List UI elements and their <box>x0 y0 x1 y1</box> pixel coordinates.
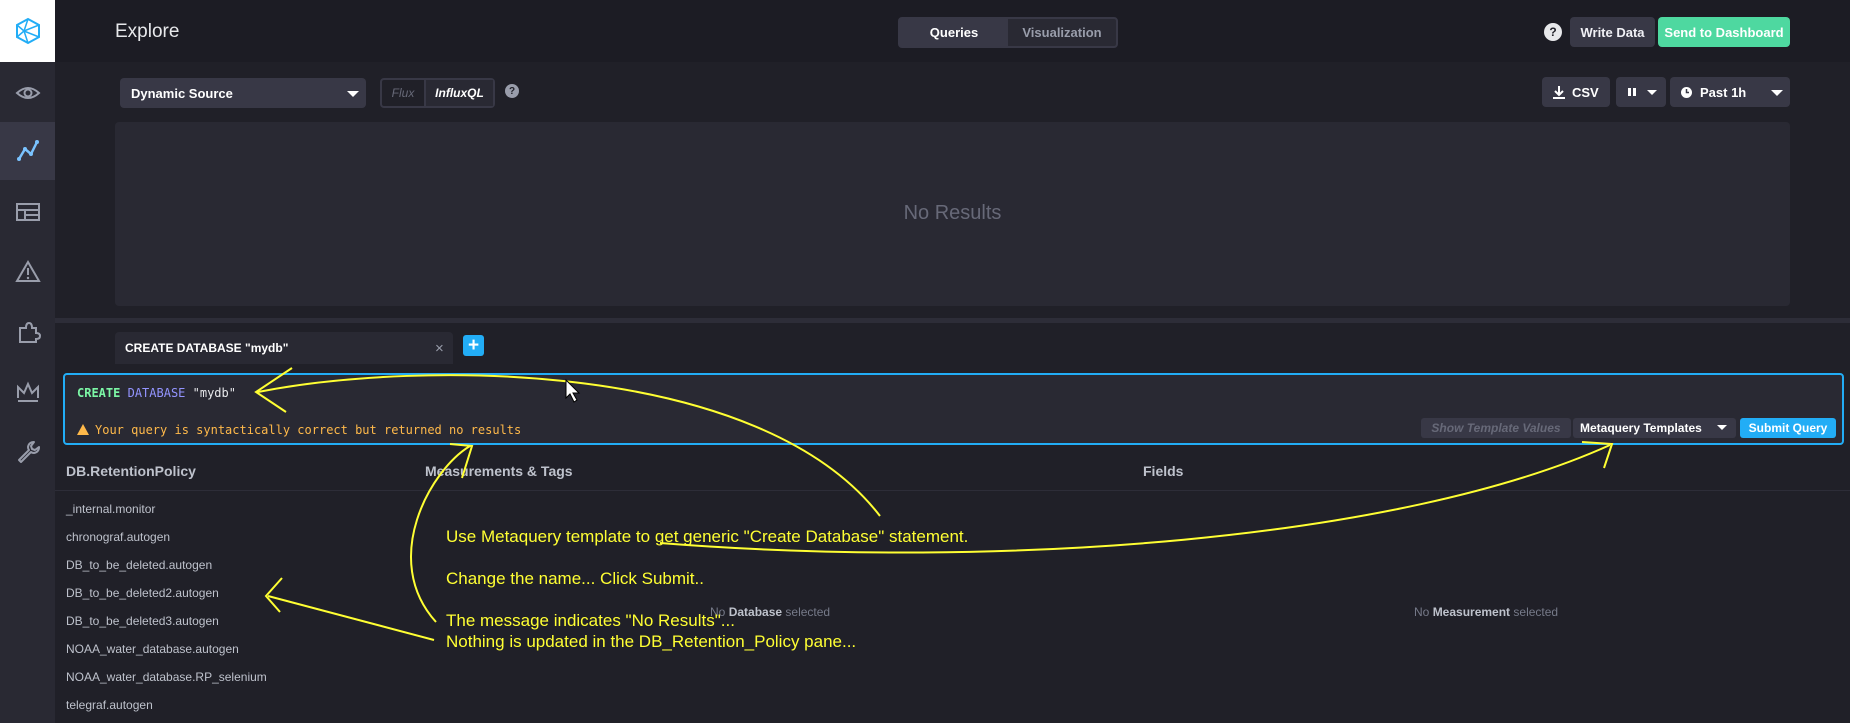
query-tab-label: CREATE DATABASE "mydb" <box>125 341 289 355</box>
warning-icon <box>77 424 89 435</box>
fields-column-header: Fields <box>1143 463 1184 479</box>
query-status: Your query is syntactically correct but … <box>77 423 521 437</box>
annotation-text: Nothing is updated in the DB_Retention_P… <box>446 632 857 651</box>
list-item[interactable]: DB_to_be_deleted2.autogen <box>66 586 267 614</box>
list-item[interactable]: _internal.monitor <box>66 502 267 530</box>
clock-icon <box>1681 86 1692 98</box>
send-to-dashboard-button[interactable]: Send to Dashboard <box>1658 17 1790 47</box>
source-label: Dynamic Source <box>131 85 233 101</box>
list-item[interactable]: DB_to_be_deleted.autogen <box>66 558 267 586</box>
logo-icon <box>15 17 40 45</box>
caret-down-icon <box>347 91 359 97</box>
no-results-message: No Results <box>903 202 1002 224</box>
help-icon[interactable]: ? <box>1544 23 1562 41</box>
nav-admin[interactable] <box>0 363 55 421</box>
time-range-dropdown[interactable]: Past 1h <box>1670 77 1790 107</box>
pause-icon <box>1628 88 1636 96</box>
caret-down-icon <box>1771 90 1783 96</box>
nav-log-viewer[interactable] <box>0 303 55 361</box>
keyword-create: CREATE <box>77 386 121 400</box>
list-item[interactable]: NOAA_water_database.RP_selenium <box>66 670 267 698</box>
autorefresh-dropdown[interactable] <box>1616 77 1666 107</box>
keyword-database: DATABASE <box>127 386 186 400</box>
tab-visualization[interactable]: Visualization <box>1008 19 1116 46</box>
list-item[interactable]: DB_to_be_deleted3.autogen <box>66 614 267 642</box>
measurements-column-header: Measurements & Tags <box>425 463 573 479</box>
page-title: Explore <box>115 21 180 42</box>
source-dropdown[interactable]: Dynamic Source <box>120 78 366 108</box>
eye-icon <box>15 87 40 99</box>
metaquery-label: Metaquery Templates <box>1580 421 1702 435</box>
db-column-header: DB.RetentionPolicy <box>66 463 196 479</box>
caret-down-icon <box>1647 90 1657 95</box>
influxql-option[interactable]: InfluxQL <box>426 80 493 106</box>
annotation-text: Change the name... Click Submit.. <box>446 569 704 588</box>
time-range-label: Past 1h <box>1700 84 1747 100</box>
query-text[interactable]: CREATE DATABASE "mydb" <box>77 386 236 400</box>
download-icon <box>1553 86 1565 99</box>
flux-option[interactable]: Flux <box>382 80 426 106</box>
query-editor[interactable]: CREATE DATABASE "mydb" Your query is syn… <box>63 373 1844 445</box>
resize-divider[interactable] <box>55 318 1850 323</box>
csv-label: CSV <box>1572 84 1599 100</box>
annotation-text: Use Metaquery template to get generic "C… <box>446 527 969 546</box>
metaquery-templates-dropdown[interactable]: Metaquery Templates <box>1573 418 1736 438</box>
submit-query-button[interactable]: Submit Query <box>1740 418 1836 438</box>
add-query-button[interactable]: + <box>463 335 484 356</box>
graph-icon <box>16 140 39 161</box>
chronograf-logo[interactable] <box>0 0 55 62</box>
sidebar-nav <box>0 0 55 723</box>
query-tab[interactable]: CREATE DATABASE "mydb" <box>115 332 453 364</box>
crown-icon <box>16 381 39 402</box>
database-name: "mydb" <box>192 386 236 400</box>
csv-download-button[interactable]: CSV <box>1542 77 1610 107</box>
nav-data-explorer[interactable] <box>0 122 55 180</box>
divider <box>55 490 1850 491</box>
dashboard-grid-icon <box>15 203 40 221</box>
explore-mode-toggle: Queries Visualization <box>898 17 1118 48</box>
page-header: Explore Queries Visualization ? Write Da… <box>55 0 1850 62</box>
query-language-toggle: Flux InfluxQL <box>380 78 495 108</box>
nav-host-list[interactable] <box>0 64 55 122</box>
wrench-icon <box>17 441 40 463</box>
show-template-values-button[interactable]: Show Template Values <box>1421 418 1571 438</box>
list-item[interactable]: NOAA_water_database.autogen <box>66 642 267 670</box>
close-icon[interactable]: × <box>435 340 444 357</box>
puzzle-icon <box>18 321 41 343</box>
annotation-text: The message indicates "No Results"... <box>446 611 735 630</box>
query-status-text: Your query is syntactically correct but … <box>95 423 522 437</box>
language-help-icon[interactable]: ? <box>505 84 519 98</box>
nav-dashboards[interactable] <box>0 183 55 241</box>
list-item[interactable]: telegraf.autogen <box>66 698 267 723</box>
write-data-button[interactable]: Write Data <box>1570 17 1655 47</box>
list-item[interactable]: chronograf.autogen <box>66 530 267 558</box>
database-list: _internal.monitor chronograf.autogen DB_… <box>66 502 267 723</box>
tab-queries[interactable]: Queries <box>900 19 1008 46</box>
fields-empty-note: No Measurement selected <box>1414 605 1559 619</box>
results-panel: No Results <box>115 122 1790 306</box>
nav-configuration[interactable] <box>0 423 55 481</box>
caret-down-icon <box>1717 425 1727 430</box>
nav-alerts[interactable] <box>0 243 55 301</box>
alert-triangle-icon <box>14 260 41 282</box>
